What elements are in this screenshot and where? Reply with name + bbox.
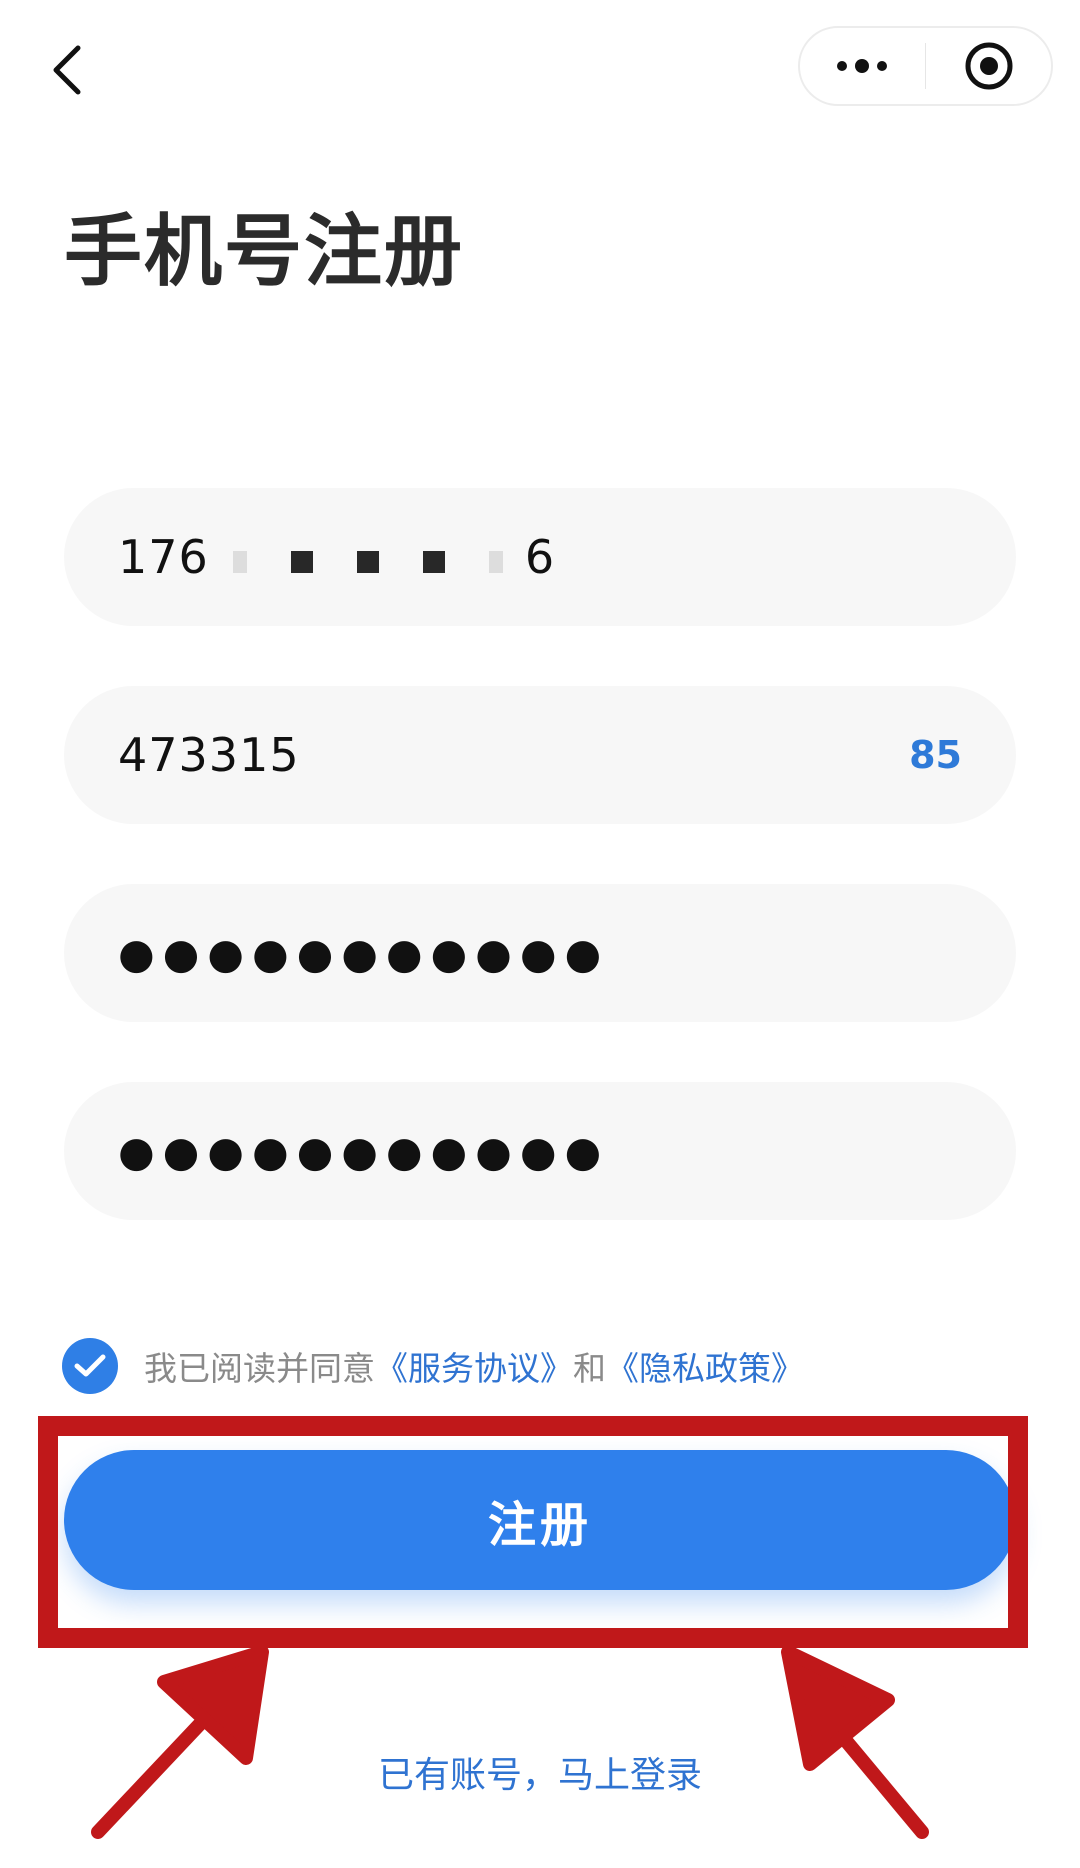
left-arrow-annotation [91,1645,269,1839]
service-agreement-link[interactable]: 《服务协议》 [375,1342,573,1390]
agreement-row: 我已阅读并同意 《服务协议》 和 《隐私政策》 [62,1338,804,1394]
agreement-and: 和 [573,1349,606,1388]
phone-mask [211,551,525,573]
verification-code-value: 473315 [118,728,300,782]
password-input[interactable]: ●●●●●●●●●●● [64,884,1016,1022]
more-dots-icon [837,59,888,73]
highlight-annotation-box [38,1416,1028,1648]
check-icon [74,1354,106,1377]
verification-code-input[interactable]: 473315 85 [64,686,1016,824]
agreement-text: 我已阅读并同意 [144,1349,375,1388]
phone-suffix: 6 [524,530,556,584]
agreement-checkbox[interactable] [62,1338,118,1394]
target-circle-icon [965,42,1013,90]
privacy-policy-link[interactable]: 《隐私政策》 [606,1342,804,1390]
confirm-password-value: ●●●●●●●●●●● [118,1126,610,1176]
page-title: 手机号注册 [64,207,465,297]
close-button[interactable] [926,28,1051,104]
mini-program-capsule [798,26,1053,106]
back-button[interactable] [36,38,100,102]
more-button[interactable] [800,28,925,104]
chevron-left-icon [53,45,81,95]
phone-value: 176 6 [118,530,962,584]
phone-input[interactable]: 176 6 [64,488,1016,626]
right-arrow-annotation [781,1645,929,1839]
resend-countdown[interactable]: 85 [909,733,962,777]
confirm-password-input[interactable]: ●●●●●●●●●●● [64,1082,1016,1220]
phone-prefix: 176 [118,530,209,584]
password-value: ●●●●●●●●●●● [118,928,610,978]
login-link[interactable]: 已有账号，马上登录 [0,1746,1080,1798]
